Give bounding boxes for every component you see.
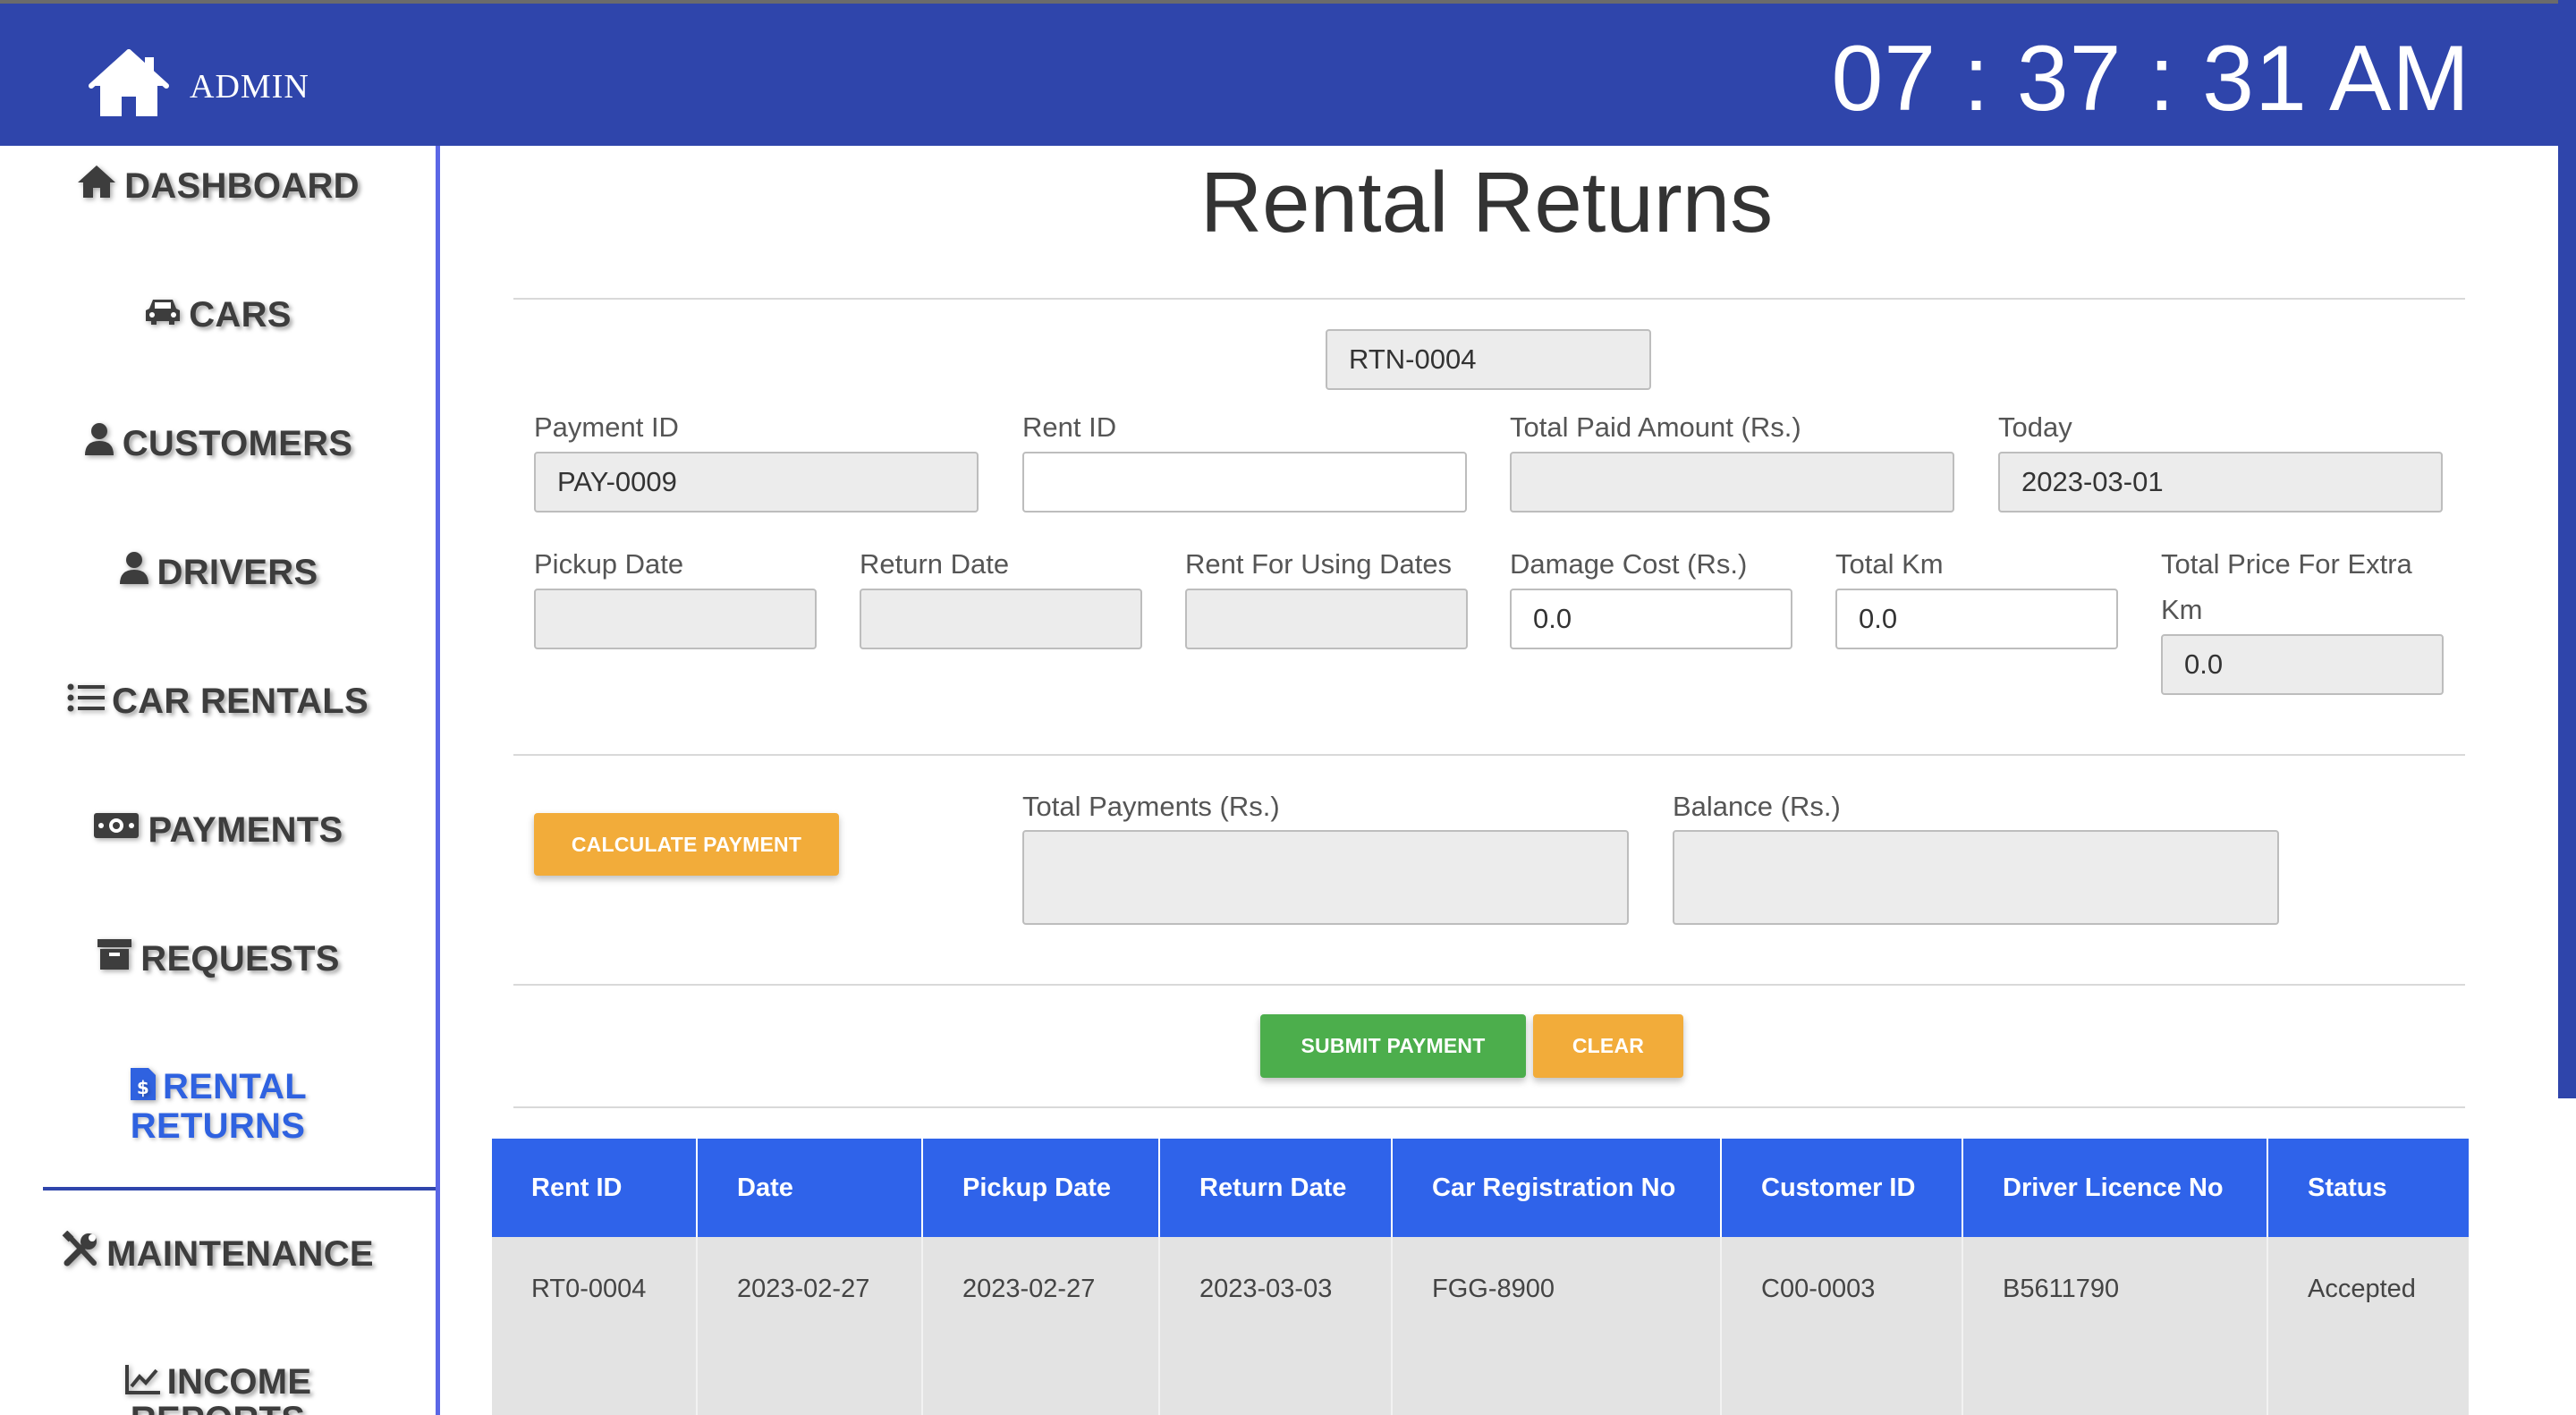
sidebar-item-rental-returns[interactable]: $ RENTAL RETURNS xyxy=(0,1066,436,1146)
column-header[interactable]: Customer ID xyxy=(1721,1139,1963,1237)
rent-id-field[interactable] xyxy=(1022,452,1467,513)
sidebar-item-drivers[interactable]: DRIVERS xyxy=(0,550,436,595)
sidebar-item-label: DASHBOARD xyxy=(124,165,360,206)
divider xyxy=(513,754,2465,756)
return-date-label: Return Date xyxy=(860,548,1010,580)
divider xyxy=(513,298,2465,300)
table-cell: B5611790 xyxy=(1962,1237,2268,1341)
table-row[interactable]: RT0-0004 2023-02-27 2023-02-27 2023-03-0… xyxy=(492,1237,2469,1341)
scrollbar-strip[interactable] xyxy=(2558,0,2576,1098)
car-icon xyxy=(144,295,182,335)
sidebar-item-label: RETURNS xyxy=(130,1106,306,1146)
return-id-field[interactable]: RTN-0004 xyxy=(1326,329,1651,390)
sidebar-item-label: CARS xyxy=(189,294,292,335)
invoice-icon: $ xyxy=(129,1066,157,1108)
table-cell: RT0-0004 xyxy=(492,1237,698,1341)
column-header[interactable]: Status xyxy=(2267,1139,2469,1237)
return-date-field[interactable] xyxy=(860,589,1142,649)
divider xyxy=(513,984,2465,986)
table-cell: FGG-8900 xyxy=(1392,1237,1722,1341)
table-cell: Accepted xyxy=(2267,1237,2469,1341)
pickup-date-field[interactable] xyxy=(534,589,817,649)
balance-label: Balance (Rs.) xyxy=(1673,791,1841,822)
money-icon xyxy=(92,809,140,851)
column-header[interactable]: Car Registration No xyxy=(1392,1139,1722,1237)
today-field[interactable]: 2023-03-01 xyxy=(1998,452,2443,513)
table-header-row: Rent ID Date Pickup Date Return Date Car… xyxy=(492,1139,2469,1237)
sidebar-item-cars[interactable]: CARS xyxy=(0,292,436,337)
sidebar-item-income-reports[interactable]: INCOME REPORTS xyxy=(0,1362,436,1415)
sidebar-item-label: MAINTENANCE xyxy=(106,1233,374,1274)
table-cell: 2023-02-27 xyxy=(697,1237,923,1341)
active-underline xyxy=(43,1187,436,1190)
rent-using-dates-label: Rent For Using Dates xyxy=(1185,548,1453,580)
balance-field[interactable] xyxy=(1673,830,2279,925)
page-title: Rental Returns xyxy=(1199,155,1774,250)
list-icon xyxy=(67,682,105,722)
rental-returns-table: Rent ID Date Pickup Date Return Date Car… xyxy=(492,1139,2469,1341)
sidebar-item-requests[interactable]: REQUESTS xyxy=(0,936,436,981)
damage-cost-label: Damage Cost (Rs.) xyxy=(1510,548,1748,580)
column-header[interactable]: Return Date xyxy=(1159,1139,1393,1237)
sidebar-item-car-rentals[interactable]: CAR RENTALS xyxy=(0,679,436,724)
sidebar-item-label: RENTAL xyxy=(162,1067,308,1106)
total-payments-label: Total Payments (Rs.) xyxy=(1022,791,1280,822)
extra-km-price-label: Total Price For Extra xyxy=(2161,548,2412,580)
user-icon xyxy=(118,550,150,595)
svg-text:$: $ xyxy=(137,1077,149,1098)
sidebar-item-label: CAR RENTALS xyxy=(112,681,369,721)
total-payments-field[interactable] xyxy=(1022,830,1629,925)
table-cell: 2023-02-27 xyxy=(922,1237,1160,1341)
total-paid-label: Total Paid Amount (Rs.) xyxy=(1510,411,1801,443)
total-km-label: Total Km xyxy=(1835,548,1944,580)
top-bar: ADMIN 07 : 37 : 31 AM xyxy=(0,0,2558,146)
sidebar-item-maintenance[interactable]: MAINTENANCE xyxy=(0,1230,436,1277)
home-icon xyxy=(76,164,117,208)
table-body-filler xyxy=(492,1341,2469,1415)
sidebar: DASHBOARD CARS CUSTOMERS DRIVERS CAR REN… xyxy=(0,146,440,1415)
payment-id-label: Payment ID xyxy=(534,411,679,443)
sidebar-item-label: REQUESTS xyxy=(140,938,340,979)
column-header[interactable]: Pickup Date xyxy=(922,1139,1160,1237)
chart-line-icon xyxy=(124,1363,162,1402)
sidebar-item-label: DRIVERS xyxy=(157,552,318,592)
clear-button[interactable]: CLEAR xyxy=(1533,1014,1683,1078)
sidebar-item-customers[interactable]: CUSTOMERS xyxy=(0,421,436,466)
damage-cost-field[interactable]: 0.0 xyxy=(1510,589,1792,649)
submit-payment-button[interactable]: SUBMIT PAYMENT xyxy=(1260,1014,1526,1078)
total-paid-field[interactable] xyxy=(1510,452,1954,513)
column-header[interactable]: Driver Licence No xyxy=(1962,1139,2268,1237)
brand-label: ADMIN xyxy=(190,67,309,106)
user-icon xyxy=(83,421,115,466)
payment-id-field[interactable]: PAY-0009 xyxy=(534,452,979,513)
archive-icon xyxy=(96,937,133,980)
rent-using-dates-field[interactable] xyxy=(1185,589,1468,649)
extra-km-price-label-2: Km xyxy=(2161,594,2203,625)
sidebar-item-payments[interactable]: PAYMENTS xyxy=(0,808,436,852)
calculate-payment-button[interactable]: CALCULATE PAYMENT xyxy=(534,813,839,876)
brand[interactable]: ADMIN xyxy=(88,48,309,124)
rent-id-label: Rent ID xyxy=(1022,411,1117,443)
sidebar-item-dashboard[interactable]: DASHBOARD xyxy=(0,164,436,208)
pickup-date-label: Pickup Date xyxy=(534,548,684,580)
extra-km-price-field[interactable]: 0.0 xyxy=(2161,634,2444,695)
sidebar-item-label: INCOME xyxy=(166,1362,312,1402)
divider xyxy=(513,1106,2465,1108)
table-cell: C00-0003 xyxy=(1721,1237,1963,1341)
clock: 07 : 37 : 31 AM xyxy=(1831,27,2470,131)
sidebar-item-label: CUSTOMERS xyxy=(122,423,353,463)
total-km-field[interactable]: 0.0 xyxy=(1835,589,2118,649)
column-header[interactable]: Rent ID xyxy=(492,1139,698,1237)
sidebar-item-label: REPORTS xyxy=(131,1402,305,1415)
table-cell: 2023-03-03 xyxy=(1159,1237,1393,1341)
sidebar-item-label: PAYMENTS xyxy=(148,809,343,850)
tools-icon xyxy=(62,1230,99,1277)
home-icon xyxy=(88,48,170,124)
today-label: Today xyxy=(1998,411,2072,443)
column-header[interactable]: Date xyxy=(697,1139,923,1237)
